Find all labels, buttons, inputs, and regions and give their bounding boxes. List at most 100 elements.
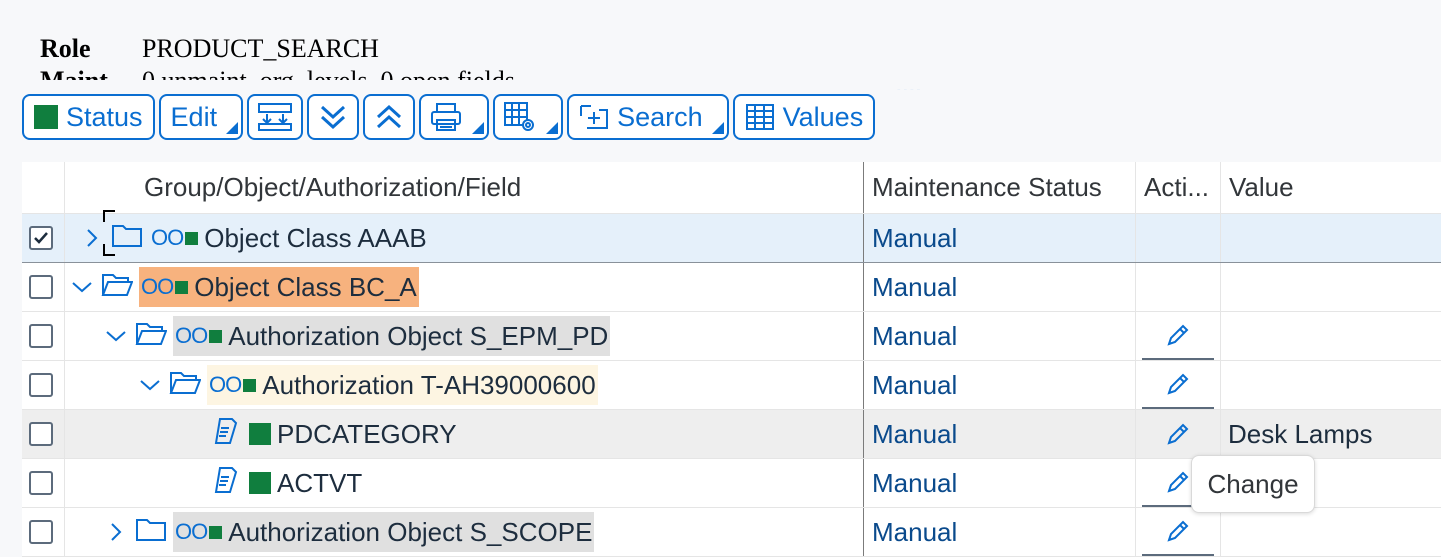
select-all-column[interactable] — [22, 162, 65, 213]
maintenance-status-cell: Manual — [863, 459, 1135, 507]
table-row[interactable]: OO Authorization T-AH39000600 Manual — [22, 361, 1441, 410]
row-select-cell — [22, 312, 65, 360]
table-row[interactable]: OO Authorization Object S_EPM_PD Manual — [22, 312, 1441, 361]
status-indicator-icon: OO — [141, 274, 189, 300]
chevron-right-icon[interactable] — [79, 227, 105, 249]
folder-open-icon — [101, 271, 134, 304]
tree-node-text: Authorization T-AH39000600 — [262, 369, 596, 400]
search-button[interactable]: Search — [567, 94, 729, 140]
tree-node-label[interactable]: OO Object Class BC_A — [139, 267, 419, 307]
tree-cell: ACTVT — [65, 459, 863, 507]
tree-cell: OO Object Class BC_A — [65, 263, 863, 311]
tree-node-label[interactable]: PDCATEGORY — [247, 414, 459, 454]
edit-button-label: Edit — [170, 101, 218, 132]
tree-node-label[interactable]: OO Authorization T-AH39000600 — [207, 365, 598, 405]
values-button-label: Values — [782, 101, 864, 132]
more-indicator[interactable]: .... — [896, 76, 922, 90]
action-cell — [1135, 214, 1220, 262]
change-button[interactable] — [1142, 410, 1214, 458]
row-select-cell — [22, 459, 65, 507]
status-indicator-icon: OO — [175, 323, 223, 349]
column-header-value[interactable]: Value — [1220, 162, 1441, 213]
table-values-icon — [745, 104, 774, 130]
tree-node-text: Authorization Object S_EPM_PD — [228, 320, 609, 351]
folder-closed-icon — [103, 209, 143, 256]
tree-node-label[interactable]: OO Authorization Object S_EPM_PD — [173, 316, 611, 356]
header-cover — [0, 80, 1441, 90]
add-search-icon — [580, 105, 609, 129]
collapse-all-button[interactable] — [363, 94, 416, 140]
maintenance-status-cell: Manual — [863, 361, 1135, 409]
action-cell — [1135, 361, 1220, 409]
pencil-icon — [1167, 471, 1189, 493]
tree-node-label[interactable]: ACTVT — [247, 463, 364, 503]
focus-corner-top — [103, 209, 115, 222]
change-button[interactable] — [1142, 312, 1214, 360]
role-value: PRODUCT_SEARCH — [142, 34, 379, 63]
layout-settings-button[interactable] — [493, 94, 564, 140]
action-cell — [1135, 312, 1220, 360]
hierarchy-button[interactable] — [247, 94, 304, 140]
status-button[interactable]: Status — [22, 94, 155, 140]
maintenance-status-cell: Manual — [863, 263, 1135, 311]
row-checkbox[interactable] — [29, 226, 53, 250]
tree-node-text: Object Class BC_A — [194, 271, 417, 302]
row-select-cell — [22, 410, 65, 458]
value-cell: Desk Lamps — [1220, 410, 1441, 458]
chevron-down-icon[interactable] — [137, 378, 163, 392]
action-cell — [1135, 508, 1220, 556]
pencil-icon — [1167, 423, 1189, 445]
layout-settings-icon — [504, 102, 535, 131]
column-header-maintenance-status[interactable]: Maintenance Status — [863, 162, 1135, 213]
row-checkbox[interactable] — [29, 275, 53, 299]
dropdown-icon — [472, 122, 485, 134]
tree-cell: OO Authorization Object S_SCOPE — [65, 508, 863, 556]
row-checkbox[interactable] — [29, 422, 53, 446]
row-select-cell — [22, 214, 65, 262]
maintenance-status-cell: Manual — [863, 508, 1135, 556]
change-button[interactable] — [1142, 508, 1214, 556]
maintenance-status-cell: Manual — [863, 214, 1135, 262]
dropdown-icon — [226, 122, 239, 134]
row-select-cell — [22, 508, 65, 556]
table-row[interactable]: PDCATEGORY Manual Desk Lamps — [22, 410, 1441, 459]
value-cell — [1220, 361, 1441, 409]
table-row[interactable]: OO Object Class BC_A Manual — [22, 263, 1441, 312]
tree-node-text: ACTVT — [277, 467, 363, 498]
tree-node-label[interactable]: OO Object Class AAAB — [149, 218, 429, 258]
checkmark-icon — [34, 232, 48, 244]
table-row[interactable]: OO Authorization Object S_SCOPE Manual — [22, 508, 1441, 557]
column-header-group[interactable]: Group/Object/Authorization/Field — [65, 162, 863, 213]
table-row[interactable]: OO Object Class AAAB Manual — [22, 209, 1441, 263]
column-header-action[interactable]: Acti... — [1135, 162, 1220, 213]
folder-open-icon — [135, 320, 168, 353]
tree-node-label[interactable]: OO Authorization Object S_SCOPE — [173, 512, 595, 552]
focus-corner-bottom — [103, 243, 115, 256]
value-cell — [1220, 263, 1441, 311]
change-tooltip: Change — [1191, 455, 1315, 513]
row-checkbox[interactable] — [29, 520, 53, 544]
pencil-icon — [1167, 520, 1189, 542]
tree-cell: PDCATEGORY — [65, 410, 863, 458]
row-select-cell — [22, 263, 65, 311]
chevron-down-icon[interactable] — [69, 280, 95, 294]
row-checkbox[interactable] — [29, 471, 53, 495]
print-button[interactable] — [419, 94, 490, 140]
tree-cell: OO Authorization T-AH39000600 — [65, 361, 863, 409]
folder-closed-icon — [135, 516, 167, 549]
chevron-right-icon[interactable] — [103, 521, 129, 543]
action-cell — [1135, 263, 1220, 311]
document-icon — [211, 465, 241, 502]
edit-button[interactable]: Edit — [158, 94, 244, 140]
row-checkbox[interactable] — [29, 373, 53, 397]
expand-all-button[interactable] — [307, 94, 360, 140]
row-checkbox[interactable] — [29, 324, 53, 348]
value-cell — [1220, 312, 1441, 360]
tree-node-text: Object Class AAAB — [204, 222, 427, 253]
values-button[interactable]: Values — [732, 94, 876, 140]
change-button[interactable] — [1142, 361, 1214, 409]
status-button-label: Status — [66, 101, 143, 132]
chevron-down-icon[interactable] — [103, 329, 129, 343]
tree-cell: OO Object Class AAAB — [65, 209, 863, 262]
row-select-cell — [22, 361, 65, 409]
